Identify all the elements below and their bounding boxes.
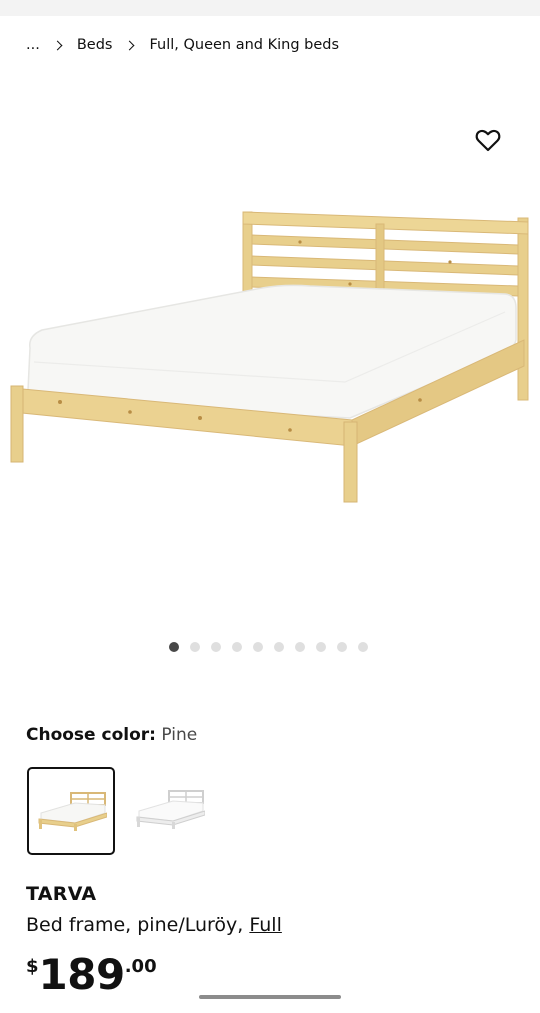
product-description-text: Bed frame, pine/Luröy, bbox=[26, 914, 244, 936]
pagination-dot[interactable] bbox=[253, 642, 263, 652]
size-link[interactable]: Full bbox=[249, 914, 282, 936]
pagination-dot[interactable] bbox=[358, 642, 368, 652]
breadcrumb-item-beds[interactable]: Beds bbox=[77, 37, 113, 53]
pagination-dot[interactable] bbox=[169, 642, 179, 652]
heart-outline-icon bbox=[475, 129, 501, 152]
product-price: $189.00 bbox=[26, 950, 157, 999]
pagination-dot[interactable] bbox=[232, 642, 242, 652]
breadcrumb-item-full-queen-king-beds[interactable]: Full, Queen and King beds bbox=[149, 37, 339, 53]
favorite-button[interactable] bbox=[472, 124, 504, 156]
chevron-right-icon bbox=[125, 40, 135, 50]
pagination-dot[interactable] bbox=[211, 642, 221, 652]
color-selected-value: Pine bbox=[161, 725, 198, 745]
pagination-dot[interactable] bbox=[337, 642, 347, 652]
product-name: TARVA bbox=[26, 883, 97, 905]
price-currency: $ bbox=[26, 956, 39, 977]
pine-bed-thumbnail bbox=[38, 792, 107, 831]
color-selector-label: Choose color: Pine bbox=[26, 725, 197, 745]
chevron-right-icon bbox=[52, 40, 63, 50]
white-bed-thumbnail bbox=[136, 790, 205, 829]
breadcrumb-ellipsis[interactable]: ... bbox=[26, 37, 40, 53]
color-option-white[interactable] bbox=[127, 767, 215, 855]
pagination-dot[interactable] bbox=[274, 642, 284, 652]
product-image[interactable] bbox=[0, 190, 540, 520]
color-option-pine[interactable] bbox=[27, 767, 115, 855]
breadcrumb: ... Beds Full, Queen and King beds bbox=[26, 34, 339, 56]
pagination-dot[interactable] bbox=[295, 642, 305, 652]
pagination-dot[interactable] bbox=[190, 642, 200, 652]
status-bar bbox=[0, 0, 540, 16]
price-integer: 189 bbox=[38, 950, 126, 999]
price-decimal: .00 bbox=[124, 956, 157, 977]
color-label-title: Choose color: bbox=[26, 725, 156, 745]
product-description: Bed frame, pine/Luröy, Full bbox=[26, 914, 282, 936]
pagination-dot[interactable] bbox=[316, 642, 326, 652]
image-pagination bbox=[169, 642, 379, 652]
home-indicator[interactable] bbox=[199, 995, 341, 999]
